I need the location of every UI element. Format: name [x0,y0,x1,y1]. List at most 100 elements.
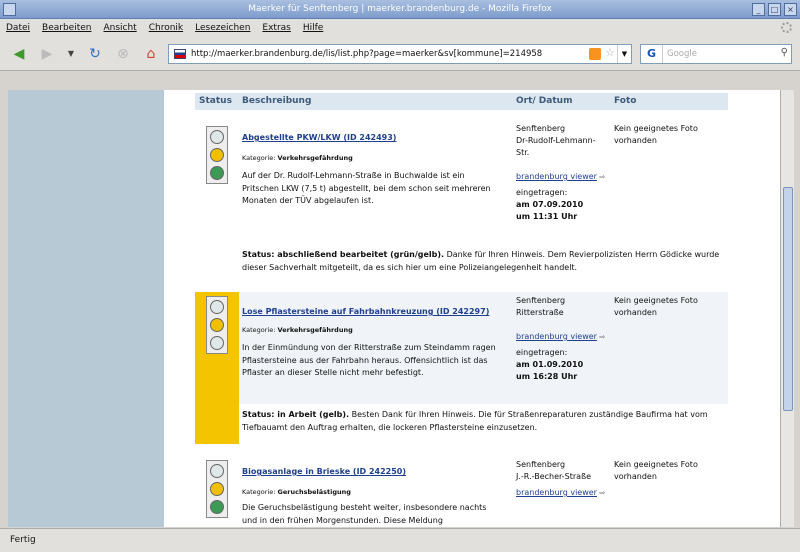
window-title: Maerker für Senftenberg | maerker.brande… [248,4,552,14]
report-description: Die Geruchsbelästigung besteht weiter, i… [242,503,487,525]
header-foto: Foto [614,96,637,106]
report-location: Senftenberg J.-R.-Becher-Straße brandenb… [516,459,606,499]
category-value: Geruchsbelästigung [277,488,351,496]
location-street: J.-R.-Becher-Straße [516,472,592,481]
back-arrow-icon[interactable]: ◀ [10,45,28,63]
report-photo-info: Kein geeignetes Foto vorhanden [614,296,698,317]
yellow-lamp [210,148,224,162]
search-icon[interactable]: ⚲ [781,47,788,58]
category-label: Kategorie: [242,488,276,496]
report-category: Kategorie: Verkehrsgefährdung [242,326,353,334]
location-street: Ritterstraße [516,308,564,317]
report-title-link[interactable]: Abgestellte PKW/LKW (ID 242493) [242,133,396,142]
location-city: Senftenberg [516,460,566,469]
entered-time: um 16:28 Uhr [516,372,578,381]
status-cell [195,120,239,190]
report-category: Kategorie: Verkehrsgefährdung [242,154,353,162]
entered-date: am 01.09.2010 [516,360,584,369]
menu-chronik[interactable]: Chronik [149,23,183,33]
report-photo-info: Kein geeignetes Foto vorhanden [614,124,698,145]
scrollbar-thumb[interactable] [783,187,793,411]
category-value: Verkehrsgefährdung [277,326,353,334]
entered-label: eingetragen: [516,188,568,197]
entered-label: eingetragen: [516,348,568,357]
menu-ansicht[interactable]: Ansicht [103,23,136,33]
traffic-light-icon [206,460,228,518]
home-icon[interactable]: ⌂ [142,45,160,63]
entered-date: am 07.09.2010 [516,200,584,209]
table-header: Status Beschreibung Ort/ Datum Foto [195,93,728,110]
menu-extras[interactable]: Extras [262,23,290,33]
report-entry: Abgestellte PKW/LKW (ID 242493) Kategori… [195,120,728,280]
report-description: Auf der Dr. Rudolf-Lehmann-Straße in Buc… [242,171,491,205]
status-label: Status: in Arbeit (gelb). [242,410,350,419]
vertical-scrollbar[interactable] [780,90,794,527]
report-category: Kategorie: Geruchsbelästigung [242,488,351,496]
left-sidebar [8,90,164,527]
site-favicon-icon [174,49,186,59]
report-location: Senftenberg Dr-Rudolf-Lehmann-Str. brand… [516,123,606,223]
green-lamp [210,166,224,180]
report-status: Status: in Arbeit (gelb). Besten Dank fü… [242,408,728,434]
status-cell [195,456,239,526]
status-cell-yellow [195,292,239,444]
search-field[interactable]: G Google ⚲ [640,44,792,64]
report-description: In der Einmündung von der Ritterstraße z… [242,343,496,377]
report-entry-highlighted: Lose Pflastersteine auf Fahrbahnkreuzung… [195,292,728,444]
header-beschreibung: Beschreibung [242,96,312,106]
stop-icon[interactable]: ⊗ [114,45,132,63]
status-label: Status: abschließend bearbeitet (grün/ge… [242,250,445,259]
bookmark-star-icon[interactable]: ☆ [605,46,615,59]
viewer-link[interactable]: brandenburg viewer [516,332,597,341]
traffic-light-icon [206,296,228,354]
menu-lesezeichen[interactable]: Lesezeichen [195,23,250,33]
location-street: Dr-Rudolf-Lehmann-Str. [516,136,596,157]
red-lamp [210,130,224,144]
status-bar: Fertig [0,528,800,552]
report-entry: Biogasanlage in Brieske (ID 242250) Kate… [195,456,728,527]
menu-bar: Datei Bearbeiten Ansicht Chronik Lesezei… [0,19,800,37]
yellow-lamp [210,482,224,496]
maximize-button[interactable]: □ [768,3,781,16]
close-button[interactable]: × [784,3,797,16]
google-engine-icon[interactable]: G [641,45,663,63]
menu-datei[interactable]: Datei [6,23,30,33]
category-label: Kategorie: [242,326,276,334]
viewer-link[interactable]: brandenburg viewer [516,488,597,497]
header-status: Status [199,96,232,106]
url-dropdown-icon[interactable]: ▼ [617,45,631,63]
external-link-icon: ⇨ [599,489,606,497]
green-lamp [210,500,224,514]
report-title-link[interactable]: Lose Pflastersteine auf Fahrbahnkreuzung… [242,307,489,316]
page-content: Status Beschreibung Ort/ Datum Foto Abge… [8,90,780,527]
forward-arrow-icon[interactable]: ▶ [38,45,56,63]
red-lamp [210,300,224,314]
window-titlebar: Maerker für Senftenberg | maerker.brande… [0,0,800,19]
reload-icon[interactable]: ↻ [86,45,104,63]
external-link-icon: ⇨ [599,173,606,181]
report-title-link[interactable]: Biogasanlage in Brieske (ID 242250) [242,467,406,476]
search-placeholder: Google [667,49,697,59]
window-menu-icon[interactable] [3,3,16,16]
rss-feed-icon[interactable] [589,48,601,60]
url-text: http://maerker.brandenburg.de/lis/list.p… [191,49,543,59]
url-field[interactable]: http://maerker.brandenburg.de/lis/list.p… [168,44,632,64]
menu-bearbeiten[interactable]: Bearbeiten [42,23,91,33]
viewer-link[interactable]: brandenburg viewer [516,172,597,181]
report-location: Senftenberg Ritterstraße brandenburg vie… [516,295,606,383]
history-dropdown-icon[interactable]: ▼ [62,45,80,63]
yellow-lamp [210,318,224,332]
header-ort-datum: Ort/ Datum [516,96,573,106]
location-city: Senftenberg [516,124,566,133]
red-lamp [210,464,224,478]
status-text: Fertig [10,535,36,545]
menu-hilfe[interactable]: Hilfe [303,23,323,33]
minimize-button[interactable]: _ [752,3,765,16]
location-city: Senftenberg [516,296,566,305]
report-photo-info: Kein geeignetes Foto vorhanden [614,460,698,481]
category-value: Verkehrsgefährdung [277,154,353,162]
navigation-toolbar: ◀ ▶ ▼ ↻ ⊗ ⌂ http://maerker.brandenburg.d… [0,37,800,71]
category-label: Kategorie: [242,154,276,162]
traffic-light-icon [206,126,228,184]
entered-time: um 11:31 Uhr [516,212,578,221]
